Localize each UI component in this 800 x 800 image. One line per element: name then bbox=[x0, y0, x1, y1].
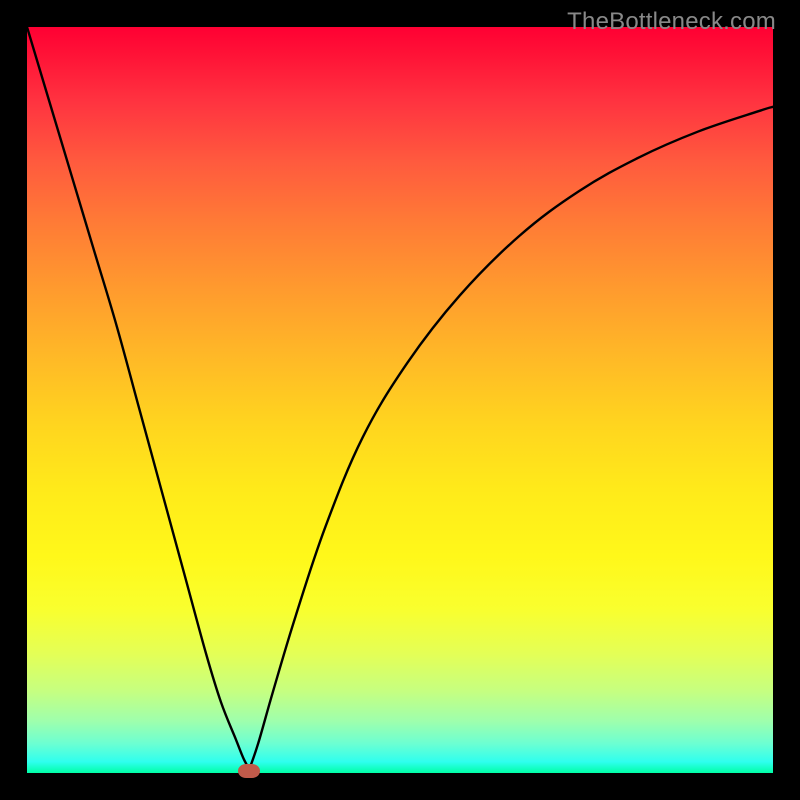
curve-right-branch bbox=[249, 107, 773, 769]
watermark-text: TheBottleneck.com bbox=[567, 8, 776, 36]
chart-curve-svg bbox=[27, 27, 773, 773]
minimum-marker bbox=[238, 764, 260, 778]
chart-container bbox=[27, 27, 773, 773]
curve-left-branch bbox=[27, 27, 249, 769]
